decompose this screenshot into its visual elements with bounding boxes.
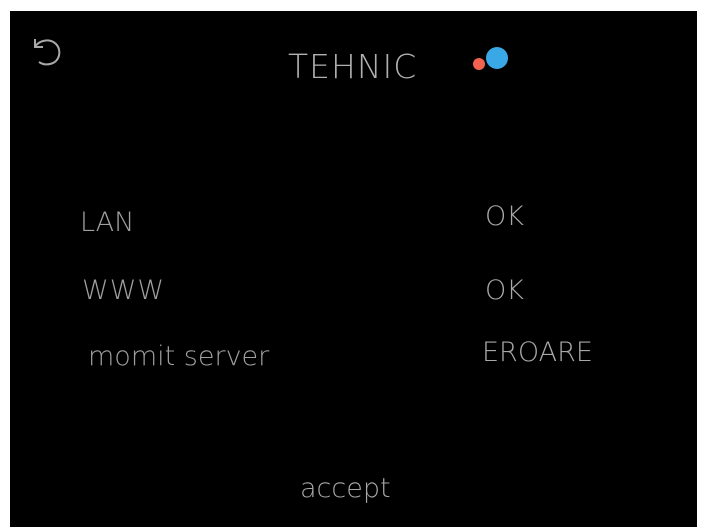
check-label-lan: LAN (80, 207, 135, 238)
status-dot-blue (486, 47, 508, 69)
check-value-server: EROARE (482, 337, 593, 368)
status-dot-red (473, 58, 485, 70)
back-button[interactable] (30, 33, 66, 69)
undo-arrow-icon (34, 39, 61, 66)
check-label-www: WWW (82, 275, 166, 306)
connection-status-indicator (470, 47, 520, 77)
check-value-lan: OK (485, 201, 524, 232)
check-value-www: OK (485, 275, 524, 306)
accept-button[interactable]: accept (290, 473, 401, 504)
check-label-server: momit server (88, 341, 270, 372)
page-title: TEHNIC (288, 47, 418, 86)
tehnic-screen: TEHNIC LAN OK WWW OK momit server EROARE… (10, 11, 697, 527)
